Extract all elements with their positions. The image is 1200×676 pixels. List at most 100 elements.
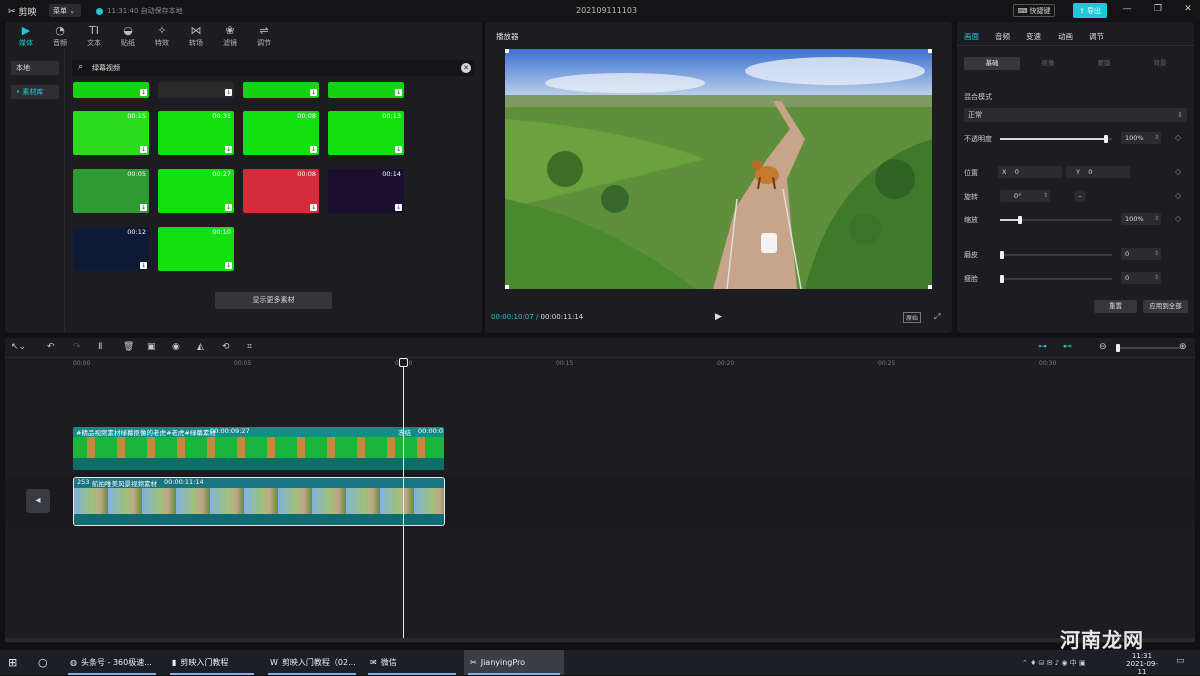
clear-search-icon[interactable]: ✕ bbox=[461, 63, 471, 73]
horizontal-scrollbar[interactable] bbox=[5, 638, 1195, 642]
media-thumbnail[interactable]: ↓ bbox=[243, 82, 319, 98]
slider-handle[interactable] bbox=[1116, 344, 1120, 352]
media-thumbnail[interactable]: ↓ bbox=[158, 82, 234, 98]
subtab-basic[interactable]: 基础 bbox=[964, 57, 1020, 70]
export-button[interactable]: ⇪ 导出 bbox=[1073, 3, 1107, 18]
position-x-input[interactable]: X 0 bbox=[998, 166, 1062, 178]
resize-handle[interactable] bbox=[928, 49, 932, 53]
media-thumbnail[interactable]: 00:14 ↓ bbox=[328, 169, 404, 213]
undo-icon[interactable]: ↶ bbox=[47, 342, 55, 352]
media-thumbnail[interactable]: 00:31 ↓ bbox=[158, 111, 234, 155]
download-icon[interactable]: ↓ bbox=[140, 204, 147, 211]
tab-adjust[interactable]: 调节 bbox=[1089, 31, 1104, 42]
scale-input[interactable]: 100% bbox=[1121, 213, 1161, 225]
keyframe-icon[interactable]: ◇ bbox=[1175, 191, 1181, 200]
slider-handle[interactable] bbox=[1000, 251, 1004, 259]
playhead[interactable] bbox=[403, 360, 404, 642]
blend-select[interactable]: 正常 ⇕ bbox=[964, 108, 1187, 122]
sidebar-item-local[interactable]: 本地 bbox=[11, 61, 59, 75]
maximize-icon[interactable]: ❐ bbox=[1152, 4, 1164, 16]
tray-icons[interactable]: ⌃ ♦ ⛁ ✉ ♪ ◉ 中 ▣ bbox=[1022, 650, 1086, 675]
download-icon[interactable]: ↓ bbox=[140, 89, 147, 96]
subtab-mask[interactable]: 蒙版 bbox=[1076, 57, 1132, 70]
crop-icon[interactable]: ⌗ bbox=[247, 342, 252, 352]
tab-audio[interactable]: 音频 bbox=[995, 31, 1010, 42]
media-thumbnail[interactable]: ↓ bbox=[328, 82, 404, 98]
download-icon[interactable]: ↓ bbox=[140, 262, 147, 269]
download-icon[interactable]: ↓ bbox=[395, 89, 402, 96]
download-icon[interactable]: ↓ bbox=[140, 146, 147, 153]
playhead-handle[interactable] bbox=[399, 358, 408, 367]
thin-face-input[interactable]: 0 bbox=[1121, 272, 1161, 284]
rotate-dial-icon[interactable]: – bbox=[1074, 190, 1086, 202]
smooth-slider[interactable] bbox=[1000, 251, 1112, 259]
smooth-input[interactable]: 0 bbox=[1121, 248, 1161, 260]
main-clip[interactable]: 253 航拍唯美风景视频素材 00:00:11:14 bbox=[73, 477, 445, 526]
rotate-input[interactable]: 0° bbox=[1000, 190, 1050, 202]
tab-adjust[interactable]: ⇌ 调节 bbox=[250, 25, 278, 48]
minimize-icon[interactable]: — bbox=[1121, 4, 1133, 16]
keyframe-icon[interactable]: ◇ bbox=[1175, 214, 1181, 223]
resize-handle[interactable] bbox=[505, 49, 509, 53]
freeze-icon[interactable]: ▣ bbox=[147, 342, 156, 352]
ratio-button[interactable]: 原始 bbox=[903, 312, 922, 323]
fullscreen-icon[interactable]: ⤢ bbox=[934, 312, 940, 322]
media-thumbnail[interactable]: 00:08 ↓ bbox=[243, 111, 319, 155]
rotate-icon[interactable]: ⟲ bbox=[222, 342, 230, 352]
link-icon[interactable]: ⊶ bbox=[1038, 342, 1047, 352]
apply-all-button[interactable]: 应用到全部 bbox=[1143, 300, 1188, 313]
download-icon[interactable]: ↓ bbox=[395, 204, 402, 211]
tab-filter[interactable]: ❀ 滤镜 bbox=[216, 25, 244, 48]
slider-handle[interactable] bbox=[1000, 275, 1004, 283]
clock[interactable]: 11:31 2021-09-11 bbox=[1124, 652, 1160, 676]
taskbar-item[interactable]: ✂ JianyingPro bbox=[464, 650, 564, 675]
notification-icon[interactable]: ▭ bbox=[1176, 656, 1185, 666]
tab-speed[interactable]: 变速 bbox=[1026, 31, 1041, 42]
select-tool-icon[interactable]: ↖⌄ bbox=[11, 342, 26, 352]
media-thumbnail[interactable]: 00:13 ↓ bbox=[328, 111, 404, 155]
reverse-icon[interactable]: ◉ bbox=[172, 342, 180, 352]
scale-slider[interactable] bbox=[1000, 216, 1112, 224]
download-icon[interactable]: ↓ bbox=[395, 146, 402, 153]
tab-sticker[interactable]: ◒ 贴纸 bbox=[114, 25, 142, 48]
cover-icon[interactable]: ◂ bbox=[26, 489, 50, 513]
search-input[interactable]: ⌕ 绿幕视频 ✕ bbox=[72, 60, 475, 76]
show-more-button[interactable]: 显示更多素材 bbox=[215, 292, 332, 309]
tab-media[interactable]: ▶ 媒体 bbox=[12, 25, 40, 48]
tab-transition[interactable]: ⋈ 转场 bbox=[182, 25, 210, 48]
play-icon[interactable]: ▶ bbox=[715, 312, 722, 322]
tab-picture[interactable]: 画面 bbox=[964, 31, 979, 42]
tab-audio[interactable]: ◔ 音频 bbox=[46, 25, 74, 48]
media-thumbnail[interactable]: ↓ bbox=[73, 82, 149, 98]
tab-animation[interactable]: 动画 bbox=[1058, 31, 1073, 42]
download-icon[interactable]: ↓ bbox=[225, 204, 232, 211]
taskbar-item[interactable]: ✉ 微信 bbox=[364, 650, 460, 675]
shortcut-button[interactable]: ⌨ 快捷键 bbox=[1013, 4, 1055, 17]
keyframe-icon[interactable]: ◇ bbox=[1175, 167, 1181, 176]
sidebar-item-library[interactable]: • 素材库 bbox=[11, 85, 59, 99]
reset-button[interactable]: 重置 bbox=[1094, 300, 1137, 313]
download-icon[interactable]: ↓ bbox=[225, 89, 232, 96]
overlay-clip[interactable]: #精品视频素材绿幕抠像的老虎#老虎#绿幕素材 00:00:09:27 冻结 00… bbox=[73, 427, 444, 470]
redo-icon[interactable]: ↷ bbox=[73, 342, 81, 352]
opacity-slider[interactable] bbox=[1000, 135, 1112, 143]
download-icon[interactable]: ↓ bbox=[310, 204, 317, 211]
thin-face-slider[interactable] bbox=[1000, 275, 1112, 283]
keyframe-icon[interactable]: ◇ bbox=[1175, 133, 1181, 142]
close-icon[interactable]: ✕ bbox=[1182, 4, 1194, 16]
menu-button[interactable]: 菜单 ⌄ bbox=[49, 4, 81, 17]
slider-handle[interactable] bbox=[1018, 216, 1023, 224]
opacity-input[interactable]: 100% bbox=[1121, 132, 1161, 144]
zoom-out-icon[interactable]: ⊖ bbox=[1099, 342, 1107, 352]
media-thumbnail[interactable]: 00:27 ↓ bbox=[158, 169, 234, 213]
media-thumbnail[interactable]: 00:10 ↓ bbox=[158, 227, 234, 271]
media-thumbnail[interactable]: 00:15 ↓ bbox=[73, 111, 149, 155]
media-thumbnail[interactable]: 00:08 ↓ bbox=[243, 169, 319, 213]
download-icon[interactable]: ↓ bbox=[310, 89, 317, 96]
taskbar-item[interactable]: W 剪映入门教程（02... bbox=[264, 650, 360, 675]
media-thumbnail[interactable]: 00:12 ↓ bbox=[73, 227, 149, 271]
download-icon[interactable]: ↓ bbox=[310, 146, 317, 153]
zoom-slider[interactable] bbox=[1116, 344, 1180, 352]
video-preview[interactable] bbox=[505, 49, 932, 289]
snap-icon[interactable]: ⊷ bbox=[1063, 342, 1072, 352]
